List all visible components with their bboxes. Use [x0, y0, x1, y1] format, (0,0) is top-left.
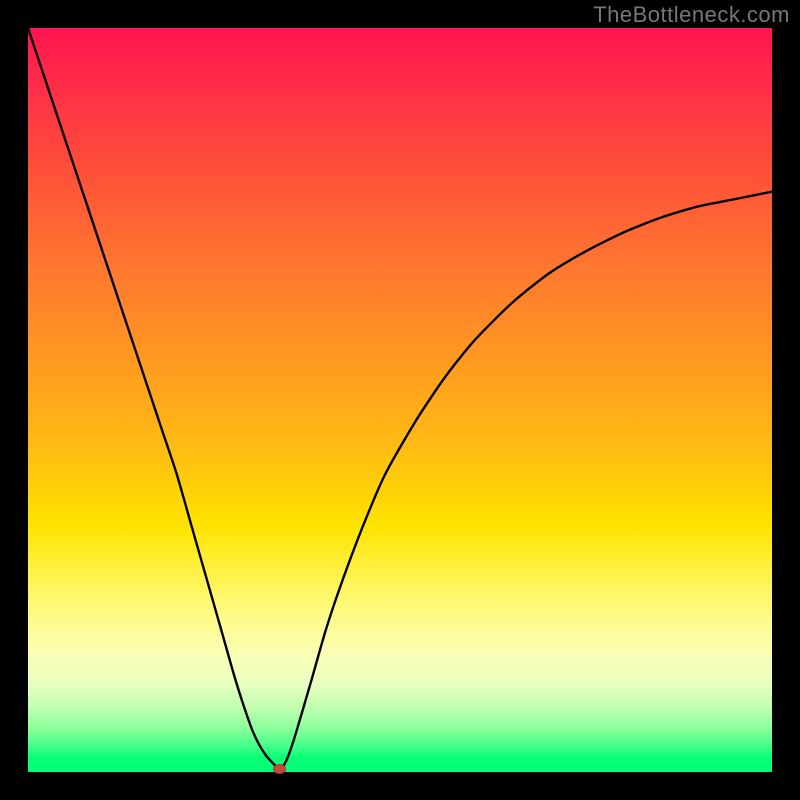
minimum-marker	[273, 765, 285, 774]
curve-line	[28, 28, 772, 770]
watermark-text: TheBottleneck.com	[593, 2, 790, 28]
plot-area	[28, 28, 772, 772]
chart-frame: TheBottleneck.com	[0, 0, 800, 800]
chart-svg	[28, 28, 772, 772]
